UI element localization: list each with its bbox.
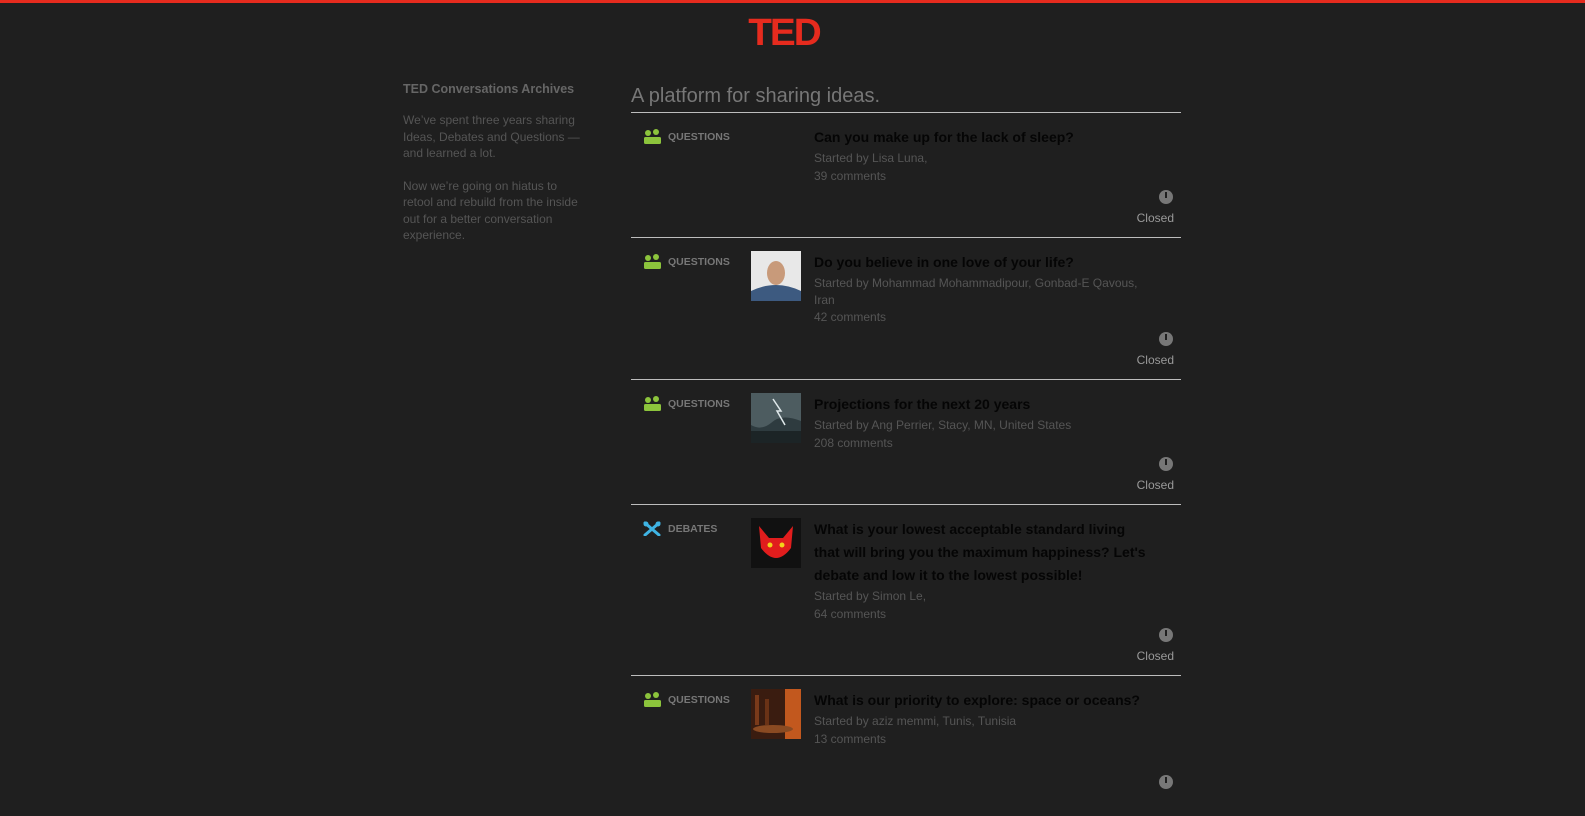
item-started-by: Started by aziz memmi, Tunis, Tunisia [814, 714, 1017, 728]
sidebar: TED Conversations Archives We’ve spent t… [403, 82, 588, 260]
conversation-list: A platform for sharing ideas. QUESTIONS … [631, 84, 1181, 816]
item-type[interactable]: DEBATES [643, 521, 717, 536]
item-comments[interactable]: 13 comments [814, 731, 1154, 748]
item-started-by: Started by Simon Le, [814, 589, 927, 603]
questions-icon [644, 692, 661, 707]
item-type[interactable]: QUESTIONS [643, 396, 730, 411]
item-started-by: Started by Mohammad Mohammadipour, Gonba… [814, 276, 1138, 307]
sidebar-paragraph: We’ve spent three years sharing Ideas, D… [403, 113, 580, 160]
item-content: Can you make up for the lack of sleep? S… [814, 126, 1154, 184]
clock-icon [1159, 628, 1173, 642]
item-type-label: QUESTIONS [668, 130, 730, 143]
item-started-by: Started by Lisa Luna, [814, 151, 928, 165]
item-title[interactable]: What is your lowest acceptable standard … [814, 518, 1154, 587]
sidebar-paragraph: Now we’re going on hiatus to retool and … [403, 178, 578, 243]
author-avatar[interactable] [751, 251, 801, 301]
item-type[interactable]: QUESTIONS [643, 692, 730, 707]
sidebar-title: TED Conversations Archives [403, 82, 575, 96]
top-accent-bar [0, 0, 1585, 3]
item-type[interactable]: QUESTIONS [643, 129, 730, 144]
item-title[interactable]: What is our priority to explore: space o… [814, 689, 1154, 712]
clock-icon [1159, 190, 1173, 204]
item-type-label: QUESTIONS [668, 693, 730, 706]
author-avatar[interactable] [751, 689, 801, 739]
author-avatar[interactable] [751, 518, 801, 568]
list-item: QUESTIONS Do you believe in one love of … [631, 238, 1181, 380]
item-comments[interactable]: 42 comments [814, 309, 1154, 326]
author-avatar[interactable] [751, 393, 801, 443]
item-content: Do you believe in one love of your life?… [814, 251, 1154, 326]
item-type-label: QUESTIONS [668, 397, 730, 410]
list-item: DEBATES What is your lowest acceptable s… [631, 505, 1181, 676]
item-type-label: QUESTIONS [668, 255, 730, 268]
questions-icon [644, 396, 661, 411]
status-label: Closed [1136, 649, 1174, 663]
item-title[interactable]: Projections for the next 20 years [814, 393, 1154, 416]
item-comments[interactable]: 208 comments [814, 435, 1154, 452]
page-tagline: A platform for sharing ideas. [631, 84, 1181, 113]
item-title[interactable]: Can you make up for the lack of sleep? [814, 126, 1154, 149]
item-type[interactable]: QUESTIONS [643, 254, 730, 269]
item-comments[interactable]: 64 comments [814, 606, 1154, 623]
item-title[interactable]: Do you believe in one love of your life? [814, 251, 1154, 274]
item-content: What is our priority to explore: space o… [814, 689, 1154, 747]
list-item: QUESTIONS Projections for the next 20 ye… [631, 380, 1181, 505]
debates-icon [643, 521, 661, 536]
status-label: Closed [1136, 211, 1174, 225]
item-type-label: DEBATES [668, 522, 718, 535]
clock-icon [1159, 775, 1173, 789]
item-comments[interactable]: 39 comments [814, 168, 1154, 185]
item-content: What is your lowest acceptable standard … [814, 518, 1154, 622]
list-item: QUESTIONS What is our priority to explor… [631, 676, 1181, 816]
list-item: QUESTIONS Can you make up for the lack o… [631, 113, 1181, 238]
status-label: Closed [1136, 353, 1174, 367]
questions-icon [644, 254, 661, 269]
status-label: Closed [1136, 478, 1174, 492]
ted-logo[interactable]: TED [748, 14, 821, 52]
clock-icon [1159, 332, 1173, 346]
item-content: Projections for the next 20 years Starte… [814, 393, 1154, 451]
clock-icon [1159, 457, 1173, 471]
item-started-by: Started by Ang Perrier, Stacy, MN, Unite… [814, 418, 1072, 432]
questions-icon [644, 129, 661, 144]
